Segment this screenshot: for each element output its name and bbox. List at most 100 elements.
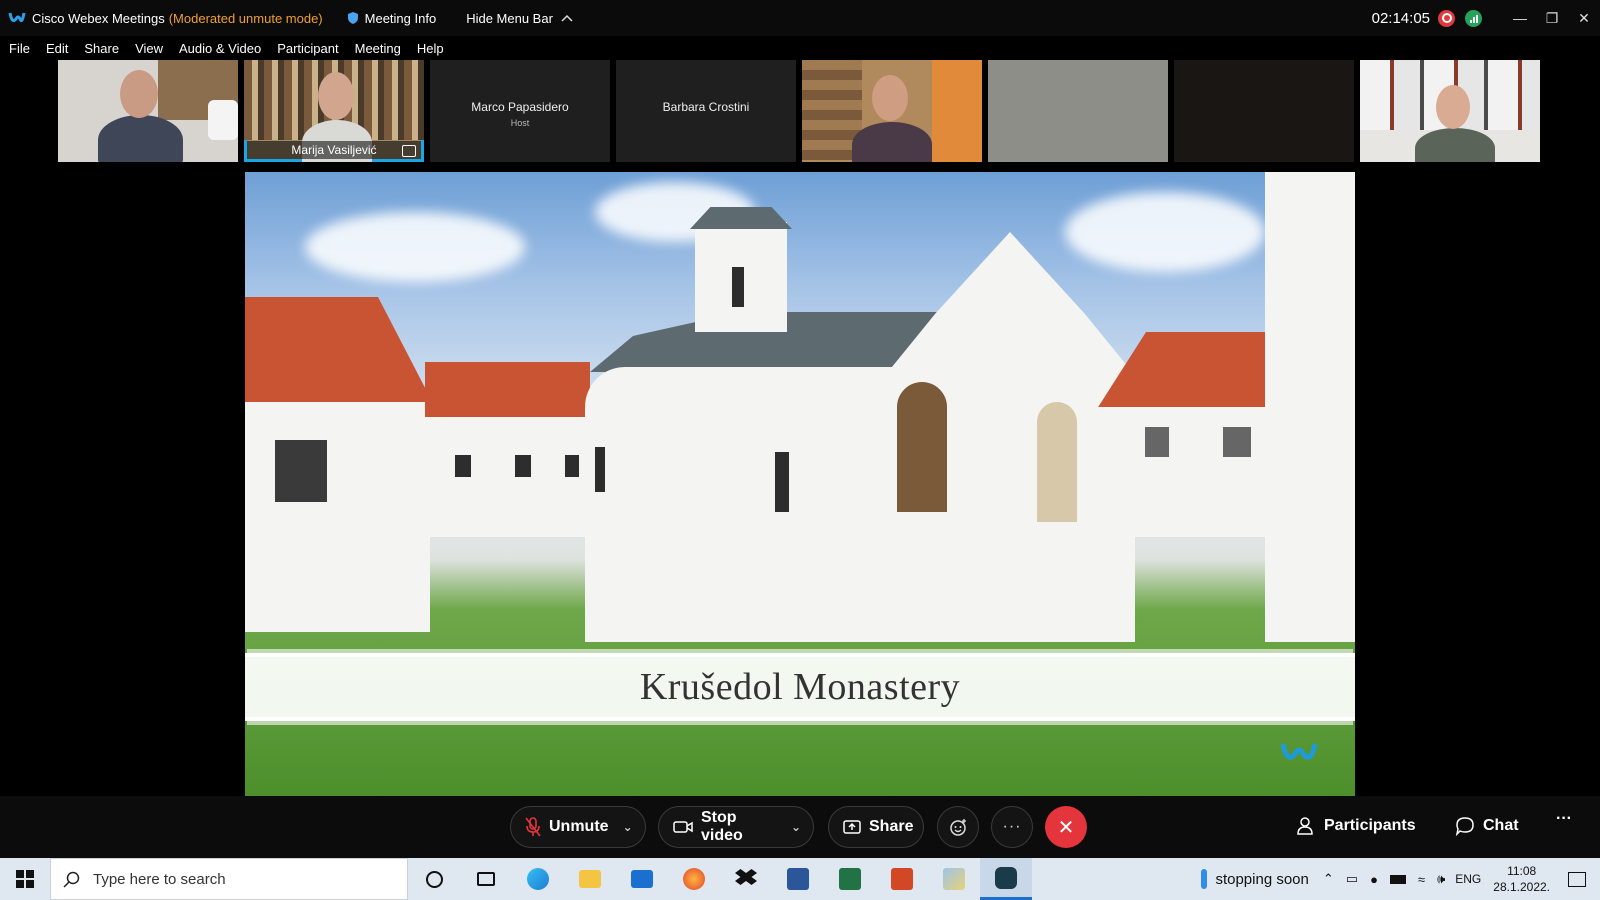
dropbox-icon: [735, 869, 757, 885]
unmute-mode-label: (Moderated unmute mode): [168, 10, 323, 26]
volume-icon[interactable]: 🕪: [1437, 871, 1445, 887]
restore-button[interactable]: ❐: [1536, 0, 1568, 36]
participant-name-label: Marco Papasidero: [471, 100, 569, 114]
show-hidden-icons-icon[interactable]: ⌃: [1323, 871, 1334, 887]
chat-button[interactable]: Chat: [1455, 816, 1519, 836]
share-label: Share: [869, 818, 914, 835]
mail-app[interactable]: [616, 858, 668, 900]
more-options-button[interactable]: ···: [991, 806, 1033, 848]
unmute-button[interactable]: Unmute ⌄: [510, 806, 646, 848]
participants-label: Participants: [1324, 817, 1416, 834]
share-icon: [843, 819, 861, 835]
weather-icon[interactable]: [1201, 869, 1208, 889]
taskbar-time: 11:08: [1507, 864, 1537, 878]
participant-tile-no-video[interactable]: [1174, 60, 1354, 162]
participant-name-label: Barbara Crostini: [662, 100, 750, 114]
task-view-button[interactable]: [460, 858, 512, 900]
firefox-icon: [683, 868, 705, 890]
webex-watermark-icon: [1280, 743, 1318, 760]
taskbar-search-box[interactable]: Type here to search: [50, 858, 408, 900]
menu-audio-video[interactable]: Audio & Video: [179, 41, 261, 56]
network-health-icon[interactable]: [1465, 9, 1482, 27]
chevron-down-icon[interactable]: ⌄: [791, 820, 801, 834]
microphone-icon[interactable]: ●: [1370, 872, 1378, 887]
powerpoint-app[interactable]: [876, 858, 928, 900]
search-placeholder: Type here to search: [93, 870, 226, 888]
battery-icon[interactable]: [1389, 874, 1406, 884]
edge-icon: [527, 868, 549, 890]
share-button[interactable]: Share: [828, 806, 924, 848]
share-status-icon: [402, 145, 416, 157]
excel-app[interactable]: [824, 858, 876, 900]
minimize-button[interactable]: —: [1504, 0, 1536, 36]
hide-menu-bar-button[interactable]: Hide Menu Bar: [466, 11, 573, 26]
participant-tile-no-video[interactable]: Barbara Crostini: [616, 60, 796, 162]
menu-help[interactable]: Help: [417, 41, 444, 56]
app-title: Cisco Webex Meetings: [32, 10, 165, 26]
participant-video-tile[interactable]: [1360, 60, 1540, 162]
menu-edit[interactable]: Edit: [46, 41, 68, 56]
folder-icon: [579, 870, 601, 888]
firefox-app[interactable]: [668, 858, 720, 900]
more-panels-button[interactable]: ···: [1556, 810, 1572, 828]
dropbox-app[interactable]: [720, 858, 772, 900]
webex-app[interactable]: [980, 858, 1032, 900]
file-explorer-app[interactable]: [564, 858, 616, 900]
slide-title: Krušedol Monastery: [639, 666, 961, 708]
tray-status-text[interactable]: stopping soon: [1215, 871, 1308, 888]
powerpoint-icon: [891, 868, 913, 890]
participant-video-tile[interactable]: [988, 60, 1168, 162]
recording-icon[interactable]: [1438, 9, 1455, 27]
menu-participant[interactable]: Participant: [277, 41, 338, 56]
mail-icon: [631, 870, 653, 888]
stop-video-label: Stop video: [701, 809, 743, 844]
mic-muted-icon: [525, 817, 541, 837]
stop-video-button[interactable]: Stop video ⌄: [658, 806, 814, 848]
reactions-button[interactable]: [937, 806, 979, 848]
device-icon[interactable]: ▭: [1346, 871, 1358, 887]
input-language[interactable]: ENG: [1455, 872, 1481, 886]
menu-file[interactable]: File: [9, 41, 30, 56]
participant-video-tile[interactable]: [58, 60, 238, 162]
end-meeting-button[interactable]: ✕: [1045, 806, 1087, 848]
meeting-timer: 02:14:05: [1371, 9, 1430, 27]
video-camera-icon: [673, 820, 693, 834]
task-view-icon: [477, 872, 495, 886]
word-app[interactable]: [772, 858, 824, 900]
participant-video-tile-active[interactable]: Marija Vasiljević: [244, 60, 424, 162]
participant-name-label: Marija Vasiljević: [247, 141, 421, 159]
shield-icon: [347, 12, 358, 24]
start-button[interactable]: [0, 858, 50, 900]
shared-screen[interactable]: Krušedol Monastery: [245, 172, 1355, 796]
title-bar: Cisco Webex Meetings (Moderated unmute m…: [0, 0, 1600, 36]
host-badge: Host: [510, 118, 530, 128]
notifications-icon[interactable]: [1568, 871, 1586, 887]
menu-view[interactable]: View: [135, 41, 163, 56]
webex-icon: [995, 866, 1017, 889]
participants-button[interactable]: Participants: [1296, 816, 1416, 836]
taskbar-date: 28.1.2022.: [1493, 880, 1550, 894]
taskbar-clock[interactable]: 11:08 28.1.2022.: [1493, 863, 1550, 895]
wifi-icon[interactable]: ≈: [1418, 872, 1425, 887]
close-icon: ✕: [1057, 816, 1075, 839]
chevron-down-icon[interactable]: ⌄: [623, 820, 633, 834]
participant-video-tile[interactable]: [802, 60, 982, 162]
meeting-controls-bar: Unmute ⌄ Stop video ⌄ Share ··· ✕ Partic…: [0, 796, 1600, 858]
meeting-info-button[interactable]: Meeting Info: [347, 10, 437, 26]
word-icon: [787, 868, 809, 890]
circle-icon: [425, 870, 443, 888]
meeting-info-label: Meeting Info: [364, 10, 437, 26]
ellipsis-icon: ···: [1002, 818, 1022, 835]
person-icon: [1297, 817, 1313, 835]
slide-title-banner: Krušedol Monastery: [245, 653, 1355, 721]
menu-meeting[interactable]: Meeting: [355, 41, 401, 56]
smiley-plus-icon: [950, 819, 966, 836]
close-window-button[interactable]: ✕: [1568, 0, 1600, 36]
pinned-app[interactable]: [928, 858, 980, 900]
system-tray: stopping soon ⌃ ▭ ● ≈ 🕪 ENG 11:08 28.1.2…: [1201, 858, 1600, 900]
edge-app[interactable]: [512, 858, 564, 900]
chat-label: Chat: [1483, 817, 1519, 834]
participant-tile-no-video[interactable]: Marco Papasidero Host: [430, 60, 610, 162]
menu-share[interactable]: Share: [84, 41, 119, 56]
cortana-button[interactable]: [408, 858, 460, 900]
